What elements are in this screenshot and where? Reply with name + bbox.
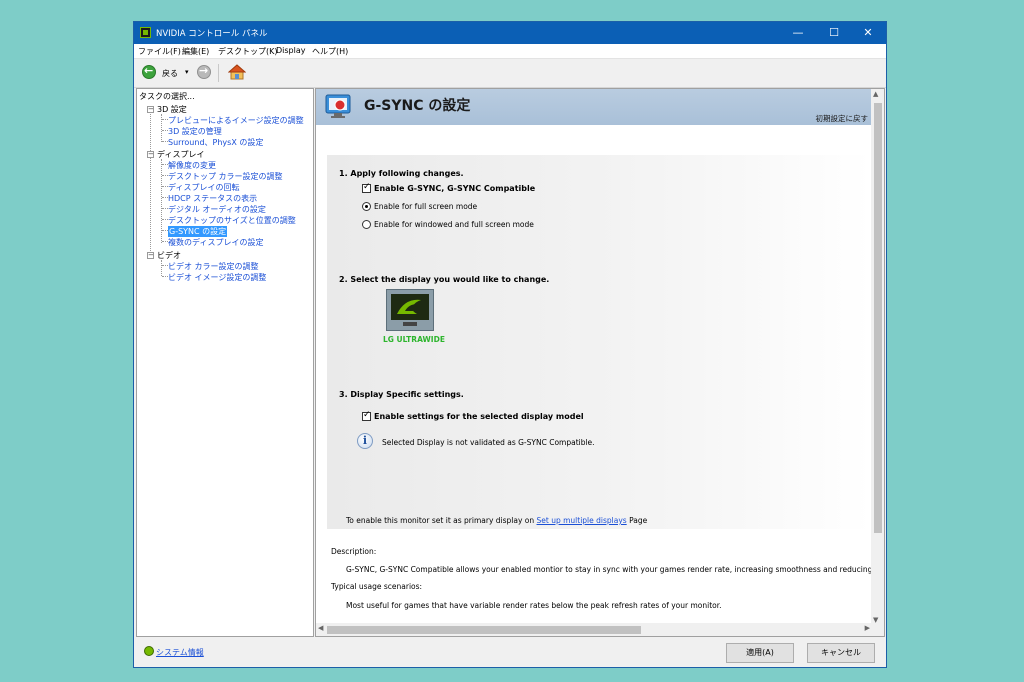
back-button-label[interactable]: 戻る bbox=[162, 68, 178, 79]
tree-item-desktop-color[interactable]: デスクトップ カラー設定の調整 bbox=[168, 171, 283, 182]
tree-header: タスクの選択... bbox=[139, 92, 195, 101]
tree-item-manage-3d[interactable]: 3D 設定の管理 bbox=[168, 126, 222, 137]
display-stand bbox=[403, 322, 417, 326]
tree-item-video-image[interactable]: ビデオ イメージ設定の調整 bbox=[168, 272, 266, 283]
system-info-link[interactable]: システム情報 bbox=[156, 647, 204, 658]
expander-3d[interactable]: − bbox=[147, 106, 154, 113]
usage-text: Most useful for games that have variable… bbox=[346, 601, 722, 610]
full-screen-label[interactable]: Enable for full screen mode bbox=[374, 202, 477, 211]
horizontal-scrollbar[interactable]: ◀ ▶ bbox=[316, 623, 872, 636]
menu-display[interactable]: Display bbox=[276, 46, 306, 55]
info-message: Selected Display is not validated as G-S… bbox=[382, 438, 595, 447]
page-banner: G-SYNC の設定 初期設定に戻す bbox=[316, 89, 872, 125]
scroll-left-icon[interactable]: ◀ bbox=[318, 624, 323, 632]
section3-heading: 3. Display Specific settings. bbox=[339, 390, 464, 399]
nvidia-app-icon bbox=[140, 27, 151, 38]
display-name[interactable]: LG ULTRAWIDE bbox=[383, 335, 445, 344]
tree-group-display[interactable]: ディスプレイ bbox=[157, 149, 204, 160]
page-title: G-SYNC の設定 bbox=[364, 98, 471, 114]
vertical-scrollbar[interactable]: ▲ ▼ bbox=[871, 89, 884, 625]
tree-item-digital-audio[interactable]: デジタル オーディオの設定 bbox=[168, 204, 266, 215]
usage-label: Typical usage scenarios: bbox=[331, 582, 423, 591]
menu-help[interactable]: ヘルプ(H) bbox=[312, 46, 348, 57]
nvidia-logo-icon bbox=[391, 294, 429, 320]
tree-item-surround-physx[interactable]: Surround、PhysX の設定 bbox=[168, 137, 263, 148]
display-screen bbox=[391, 294, 429, 320]
back-history-dropdown[interactable]: ▾ bbox=[185, 68, 189, 76]
toolbar: 戻る ▾ bbox=[134, 59, 886, 88]
nvidia-control-panel-window: NVIDIA コントロール パネル — ☐ ✕ ファイル(F) 編集(E) デス… bbox=[133, 21, 887, 668]
horizontal-scroll-thumb[interactable] bbox=[327, 626, 641, 634]
apply-button[interactable]: 適用(A) bbox=[726, 643, 794, 663]
home-icon[interactable] bbox=[228, 63, 246, 81]
cancel-button[interactable]: キャンセル bbox=[807, 643, 875, 663]
tree-connector bbox=[150, 111, 151, 259]
scroll-up-icon[interactable]: ▲ bbox=[873, 90, 878, 98]
section1-heading: 1. Apply following changes. bbox=[339, 169, 464, 178]
expander-display[interactable]: − bbox=[147, 151, 154, 158]
section2-heading: 2. Select the display you would like to … bbox=[339, 275, 550, 284]
maximize-button[interactable]: ☐ bbox=[816, 22, 852, 44]
settings-group: 1. Apply following changes. Enable G-SYN… bbox=[327, 155, 871, 529]
description-label: Description: bbox=[331, 547, 377, 556]
menu-desktop[interactable]: デスクトップ(K) bbox=[218, 46, 278, 57]
full-screen-radio[interactable] bbox=[362, 202, 371, 211]
vertical-scroll-thumb[interactable] bbox=[874, 103, 882, 533]
menu-edit[interactable]: 編集(E) bbox=[182, 46, 209, 57]
tree-item-hdcp-status[interactable]: HDCP ステータスの表示 bbox=[168, 193, 257, 204]
enable-gsync-label[interactable]: Enable G-SYNC, G-SYNC Compatible bbox=[374, 184, 535, 193]
enable-gsync-checkbox[interactable] bbox=[362, 182, 371, 193]
primary-note-prefix: To enable this monitor set it as primary… bbox=[346, 516, 535, 525]
tree-item-gsync[interactable]: G-SYNC の設定 bbox=[168, 226, 228, 237]
tree-item-rotate-display[interactable]: ディスプレイの回転 bbox=[168, 182, 239, 193]
close-button[interactable]: ✕ bbox=[850, 22, 886, 44]
window-title: NVIDIA コントロール パネル bbox=[156, 29, 268, 39]
display-specific-label[interactable]: Enable settings for the selected display… bbox=[374, 412, 584, 421]
scrollbar-corner bbox=[871, 623, 884, 636]
toolbar-separator bbox=[218, 64, 219, 82]
setup-multiple-displays-link[interactable]: Set up multiple displays bbox=[537, 516, 627, 525]
minimize-button[interactable]: — bbox=[780, 22, 816, 44]
windowed-label[interactable]: Enable for windowed and full screen mode bbox=[374, 220, 534, 229]
content-pane: G-SYNC の設定 初期設定に戻す 1. Apply following ch… bbox=[315, 88, 885, 637]
restore-defaults-link[interactable]: 初期設定に戻す bbox=[816, 113, 869, 124]
tree-item-preview-image[interactable]: プレビューによるイメージ設定の調整 bbox=[168, 115, 304, 126]
display-settings-icon bbox=[325, 94, 351, 118]
title-bar[interactable]: NVIDIA コントロール パネル — ☐ ✕ bbox=[134, 22, 886, 44]
expander-video[interactable]: − bbox=[147, 252, 154, 259]
primary-display-note: To enable this monitor set it as primary… bbox=[346, 516, 647, 525]
display-tile[interactable] bbox=[386, 289, 434, 331]
system-info-icon bbox=[144, 646, 154, 656]
task-tree: タスクの選択... − 3D 設定 プレビューによるイメージ設定の調整 3D 設… bbox=[136, 88, 314, 637]
back-arrow-icon[interactable] bbox=[142, 64, 156, 79]
description-text: G-SYNC, G-SYNC Compatible allows your en… bbox=[346, 565, 885, 574]
tree-item-multiple-displays[interactable]: 複数のディスプレイの設定 bbox=[168, 237, 263, 248]
menu-bar: ファイル(F) 編集(E) デスクトップ(K) Display ヘルプ(H) bbox=[134, 44, 886, 59]
scroll-right-icon[interactable]: ▶ bbox=[865, 624, 870, 632]
tree-item-video-color[interactable]: ビデオ カラー設定の調整 bbox=[168, 261, 259, 272]
tree-item-desktop-size[interactable]: デスクトップのサイズと位置の調整 bbox=[168, 215, 296, 226]
info-icon: i bbox=[357, 433, 373, 449]
tree-item-resolution[interactable]: 解像度の変更 bbox=[168, 160, 216, 171]
forward-arrow-icon[interactable] bbox=[197, 64, 211, 79]
menu-file[interactable]: ファイル(F) bbox=[138, 46, 181, 57]
display-specific-checkbox[interactable] bbox=[362, 410, 371, 421]
tree-connector bbox=[161, 260, 162, 276]
primary-note-suffix: Page bbox=[629, 516, 648, 525]
windowed-radio[interactable] bbox=[362, 220, 371, 229]
